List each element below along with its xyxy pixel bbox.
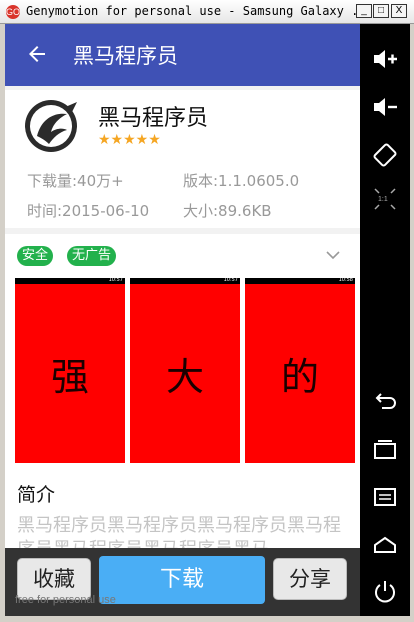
minimize-button[interactable]: _ xyxy=(356,4,372,18)
screenshot-clock: 10:58 xyxy=(338,277,353,283)
home-icon[interactable] xyxy=(372,532,398,558)
page-title: 黑马程序员 xyxy=(73,44,178,68)
maximize-button[interactable]: □ xyxy=(373,4,389,18)
power-icon[interactable] xyxy=(372,578,398,604)
version-info: 版本:1.1.0605.0 xyxy=(183,172,300,190)
app-bar: 黑马程序员 xyxy=(5,24,360,86)
screenshot-text: 大 xyxy=(165,355,204,399)
share-button[interactable]: 分享 xyxy=(273,558,347,600)
badge-no-ads: 无广告 xyxy=(67,246,117,266)
app-logo-icon xyxy=(25,100,77,152)
window-frame-bottom xyxy=(0,616,414,622)
screenshot-thumbnail[interactable]: 10:58 的 xyxy=(245,277,355,463)
window-title: Genymotion for personal use - Samsung Ga… xyxy=(26,4,356,18)
screenshot-clock: 10:57 xyxy=(223,277,238,283)
pixel-ratio-label: 1:1 xyxy=(378,196,388,203)
window-titlebar: GO Genymotion for personal use - Samsung… xyxy=(0,0,414,24)
release-time: 时间:2015-06-10 xyxy=(27,202,150,220)
app-name: 黑马程序员 xyxy=(98,106,209,131)
screenshot-text: 强 xyxy=(50,355,89,399)
screenshot-status-bar: 10:57 xyxy=(130,277,240,284)
window-frame-right xyxy=(410,24,414,622)
screenshot-thumbnail[interactable]: 10:57 强 xyxy=(15,277,125,463)
app-size: 大小:89.6KB xyxy=(183,202,272,220)
download-button[interactable]: 下载 xyxy=(99,556,265,604)
badge-safe: 安全 xyxy=(17,246,54,266)
back-icon[interactable] xyxy=(372,388,398,414)
screenshot-status-bar: 10:57 xyxy=(15,277,125,284)
emulator-sidebar: 1:1 xyxy=(360,24,410,616)
rotate-icon[interactable] xyxy=(372,142,398,168)
screenshot-thumbnail[interactable]: 10:57 大 xyxy=(130,277,240,463)
download-count: 下载量:40万+ xyxy=(27,172,124,190)
device-screen: 黑马程序员 黑马程序员 ★★★★★ 下载量:40万+ 版本:1.1.0605.0… xyxy=(5,24,360,616)
screenshot-clock: 10:57 xyxy=(108,277,123,283)
volume-up-icon[interactable] xyxy=(372,46,398,72)
intro-heading: 简介 xyxy=(17,484,56,506)
volume-down-icon[interactable] xyxy=(372,94,398,120)
recent-apps-icon[interactable] xyxy=(372,436,398,462)
watermark: free for personal use xyxy=(15,594,116,606)
screenshot-text: 的 xyxy=(280,355,319,399)
close-button[interactable]: X xyxy=(391,4,407,18)
screenshot-status-bar: 10:58 xyxy=(245,277,355,284)
menu-icon[interactable] xyxy=(372,484,398,510)
genymotion-logo-icon: GO xyxy=(6,5,21,19)
app-info-card: 黑马程序员 ★★★★★ 下载量:40万+ 版本:1.1.0605.0 时间:20… xyxy=(5,90,360,228)
back-arrow-icon[interactable] xyxy=(25,42,49,66)
rating-stars: ★★★★★ xyxy=(98,132,161,148)
chevron-down-icon[interactable] xyxy=(326,248,340,262)
